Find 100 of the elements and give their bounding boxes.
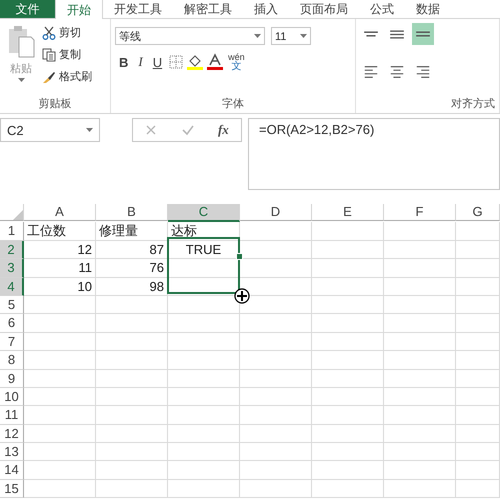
row-header[interactable]: 13 — [0, 443, 24, 462]
empty-cell — [312, 314, 384, 333]
empty-cell — [312, 388, 384, 406]
italic-button[interactable]: I — [134, 52, 147, 72]
column-header[interactable]: F — [384, 204, 456, 221]
bold-button[interactable]: B — [115, 52, 132, 72]
table-cell: 达标 — [168, 222, 240, 241]
empty-cell — [168, 424, 240, 444]
empty-cell — [384, 351, 456, 370]
column-header[interactable]: G — [456, 204, 500, 221]
copy-button[interactable]: 复制 — [42, 45, 92, 64]
caret-icon — [86, 128, 93, 132]
empty-cell — [168, 370, 240, 388]
empty-cell — [312, 222, 384, 241]
empty-cell — [312, 296, 384, 314]
empty-cell — [312, 406, 384, 425]
fill-handle[interactable] — [236, 252, 243, 260]
clipboard-icon — [7, 25, 35, 59]
row-header[interactable]: 11 — [0, 406, 24, 425]
empty-cell — [312, 332, 384, 352]
empty-cell — [456, 370, 500, 388]
empty-cell — [240, 406, 312, 425]
empty-cell — [96, 314, 168, 333]
ribbon-tab[interactable]: 插入 — [243, 0, 289, 18]
center-align-icon — [389, 64, 405, 80]
ribbon-tab[interactable]: 开发工具 — [103, 0, 173, 18]
column-header[interactable]: E — [312, 204, 384, 221]
empty-cell — [456, 424, 500, 444]
column-header[interactable]: B — [96, 204, 168, 221]
fill-color-icon[interactable] — [186, 53, 204, 71]
row-header[interactable]: 3 — [0, 259, 24, 278]
empty-cell — [24, 370, 96, 388]
name-box[interactable]: C2 — [0, 118, 100, 142]
empty-cell — [240, 314, 312, 333]
ribbon-tab[interactable]: 数据 — [405, 0, 451, 18]
bottom-align-button[interactable] — [412, 23, 434, 45]
empty-cell — [168, 461, 240, 480]
empty-cell — [312, 240, 384, 260]
cut-button[interactable]: 剪切 — [42, 23, 92, 42]
ribbon-tab[interactable]: 页面布局 — [289, 0, 359, 18]
group-label: 剪贴板 — [38, 96, 72, 112]
column-header[interactable]: C — [168, 204, 240, 222]
row-header[interactable]: 14 — [0, 461, 24, 480]
empty-cell — [456, 480, 500, 498]
table-cell: 工位数 — [24, 222, 96, 241]
phonetic-button[interactable]: wén 文 — [226, 53, 247, 71]
checkmark-icon[interactable] — [182, 124, 194, 136]
row-header[interactable]: 15 — [0, 480, 24, 498]
empty-cell — [24, 406, 96, 425]
caret-icon — [254, 34, 261, 38]
empty-cell — [240, 424, 312, 444]
empty-cell — [240, 222, 312, 241]
table-cell: 12 — [24, 240, 96, 260]
borders-icon[interactable] — [168, 54, 184, 70]
caret-icon — [300, 34, 307, 38]
ribbon-tab[interactable]: 文件 — [0, 0, 55, 18]
format-painter-button[interactable]: 格式刷 — [42, 67, 92, 86]
empty-cell — [24, 388, 96, 406]
empty-cell — [240, 443, 312, 462]
middle-align-icon — [389, 30, 405, 38]
empty-cell — [96, 406, 168, 425]
empty-cell — [168, 480, 240, 498]
table-cell: 修理量 — [96, 222, 168, 241]
empty-cell — [96, 461, 168, 480]
empty-cell — [240, 388, 312, 406]
empty-cell — [312, 443, 384, 462]
empty-cell — [96, 424, 168, 444]
formula-field[interactable]: =OR(A2>12,B2>76) — [248, 118, 500, 190]
empty-cell — [456, 240, 500, 260]
underline-button[interactable]: U — [148, 52, 166, 72]
row-header[interactable]: 6 — [0, 314, 24, 333]
row-header[interactable]: 10 — [0, 388, 24, 406]
empty-cell — [96, 351, 168, 370]
row-header[interactable]: 5 — [0, 296, 24, 314]
column-header[interactable]: D — [240, 204, 312, 221]
font-size-field[interactable]: 11 — [271, 27, 311, 45]
row-header[interactable]: 12 — [0, 424, 24, 444]
empty-cell — [384, 259, 456, 278]
scissors-icon — [42, 26, 56, 40]
empty-cell — [384, 388, 456, 406]
empty-cell — [240, 480, 312, 498]
insert-function-button[interactable]: fx — [218, 122, 229, 138]
empty-cell — [384, 461, 456, 480]
ribbon-tab[interactable]: 解密工具 — [173, 0, 243, 18]
empty-cell — [240, 259, 312, 278]
empty-cell — [456, 332, 500, 352]
ribbon-tab[interactable]: 开始 — [55, 0, 103, 19]
table-cell: 87 — [96, 240, 168, 260]
font-name-field[interactable]: 等线 — [115, 27, 265, 45]
row-header[interactable]: 4 — [0, 278, 24, 296]
empty-cell — [24, 332, 96, 352]
empty-cell — [456, 314, 500, 333]
row-header[interactable]: 8 — [0, 351, 24, 370]
ribbon-tab[interactable]: 公式 — [359, 0, 405, 18]
row-header[interactable]: 2 — [0, 240, 24, 260]
column-header[interactable]: A — [24, 204, 96, 221]
row-header[interactable]: 7 — [0, 332, 24, 352]
empty-cell — [384, 370, 456, 388]
row-header[interactable]: 9 — [0, 370, 24, 388]
font-color-icon[interactable] — [206, 53, 224, 71]
